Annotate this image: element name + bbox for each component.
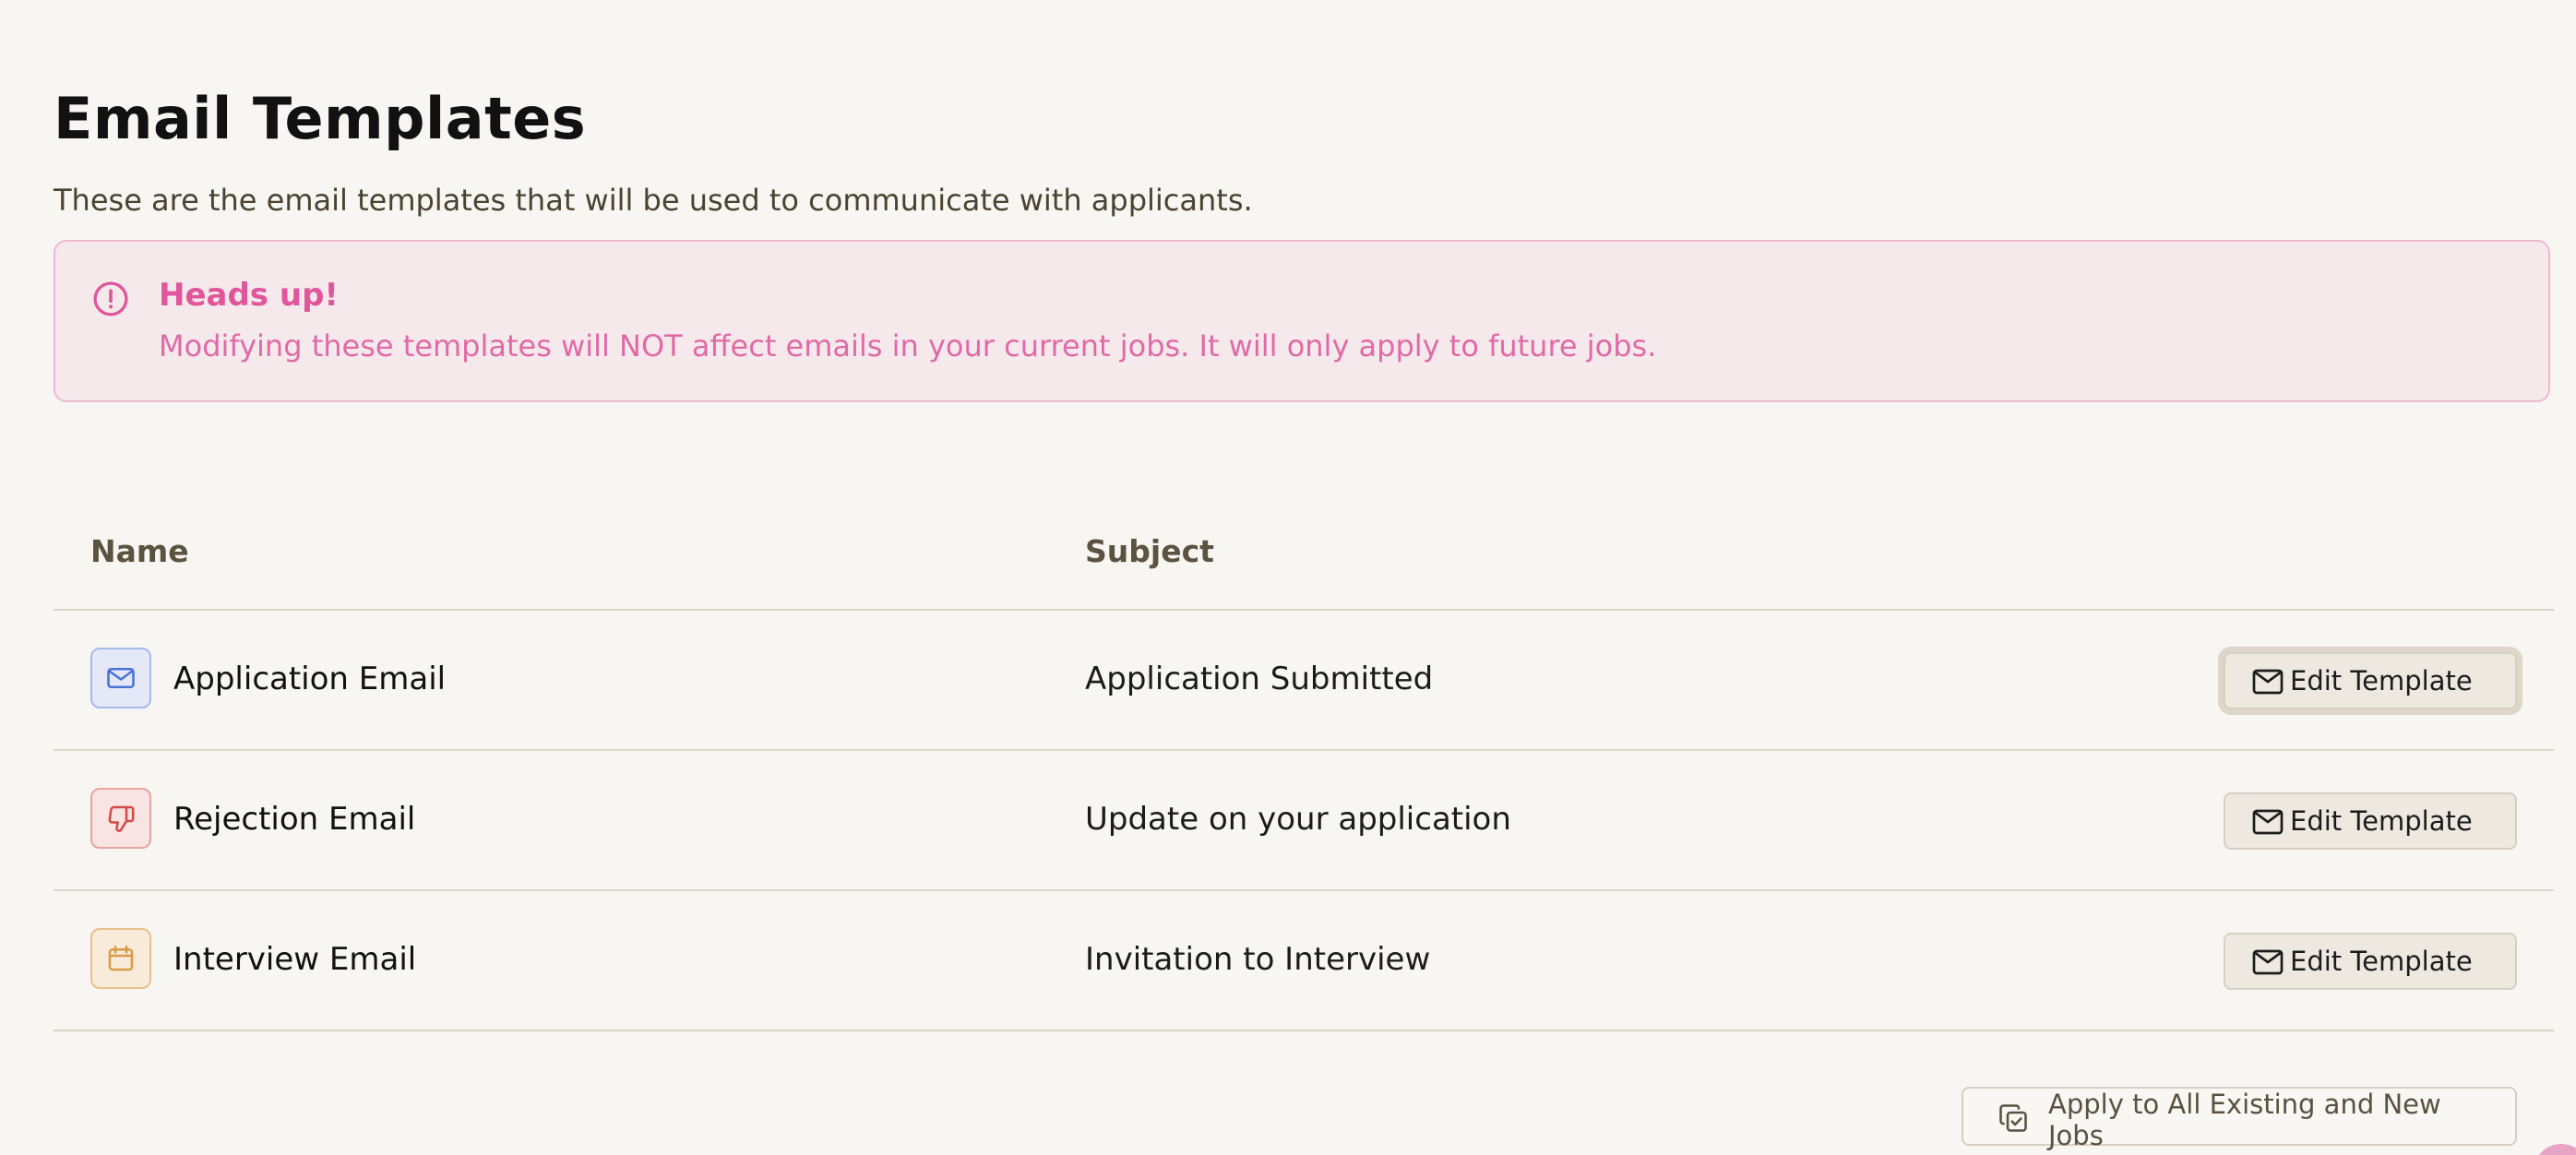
- page-title: Email Templates: [54, 85, 587, 152]
- template-name: Interview Email: [173, 941, 417, 978]
- edit-template-label: Edit Template: [2290, 946, 2473, 977]
- alert-message: Modifying these templates will NOT affec…: [159, 328, 1657, 363]
- template-subject: Invitation to Interview: [1085, 941, 1431, 978]
- mail-icon: [2252, 669, 2284, 695]
- copy-check-icon: [1999, 1104, 2027, 1132]
- mail-icon: [2252, 949, 2284, 975]
- table-row: Interview Email Invitation to Interview …: [54, 891, 2554, 1031]
- thumbs-down-icon: [108, 805, 135, 832]
- template-name: Rejection Email: [173, 801, 416, 838]
- edit-template-label: Edit Template: [2290, 805, 2473, 837]
- alert-circle-icon: [93, 281, 128, 316]
- email-templates-table: Name Subject Application Email Applicati…: [54, 517, 2554, 1031]
- alert-title: Heads up!: [159, 277, 339, 314]
- heads-up-alert: Heads up! Modifying these templates will…: [54, 240, 2550, 402]
- apply-to-all-jobs-label: Apply to All Existing and New Jobs: [2048, 1089, 2441, 1151]
- floating-action-button-edge[interactable]: [2526, 1140, 2576, 1155]
- mail-icon: [107, 667, 135, 689]
- template-subject: Application Submitted: [1085, 661, 1434, 697]
- table-row: Rejection Email Update on your applicati…: [54, 751, 2554, 891]
- application-email-icon-badge: [90, 648, 151, 708]
- edit-template-button[interactable]: Edit Template: [2224, 792, 2517, 850]
- table-row: Application Email Application Submitted …: [54, 611, 2554, 751]
- calendar-icon: [108, 945, 134, 971]
- name-column-header: Name: [90, 533, 189, 569]
- page-subtitle: These are the email templates that will …: [54, 183, 1253, 218]
- template-name: Application Email: [173, 661, 447, 697]
- rejection-email-icon-badge: [90, 788, 151, 849]
- edit-template-label: Edit Template: [2290, 665, 2473, 697]
- apply-to-all-jobs-button[interactable]: Apply to All Existing and New Jobs: [1962, 1087, 2517, 1151]
- template-subject: Update on your application: [1085, 801, 1511, 838]
- email-templates-page: Email Templates These are the email temp…: [54, 0, 2554, 1155]
- edit-template-button[interactable]: Edit Template: [2224, 933, 2517, 990]
- subject-column-header: Subject: [1085, 533, 1214, 569]
- mail-icon: [2252, 809, 2284, 835]
- table-header: Name Subject: [54, 517, 2554, 611]
- edit-template-button[interactable]: Edit Template: [2224, 652, 2517, 709]
- interview-email-icon-badge: [90, 928, 151, 989]
